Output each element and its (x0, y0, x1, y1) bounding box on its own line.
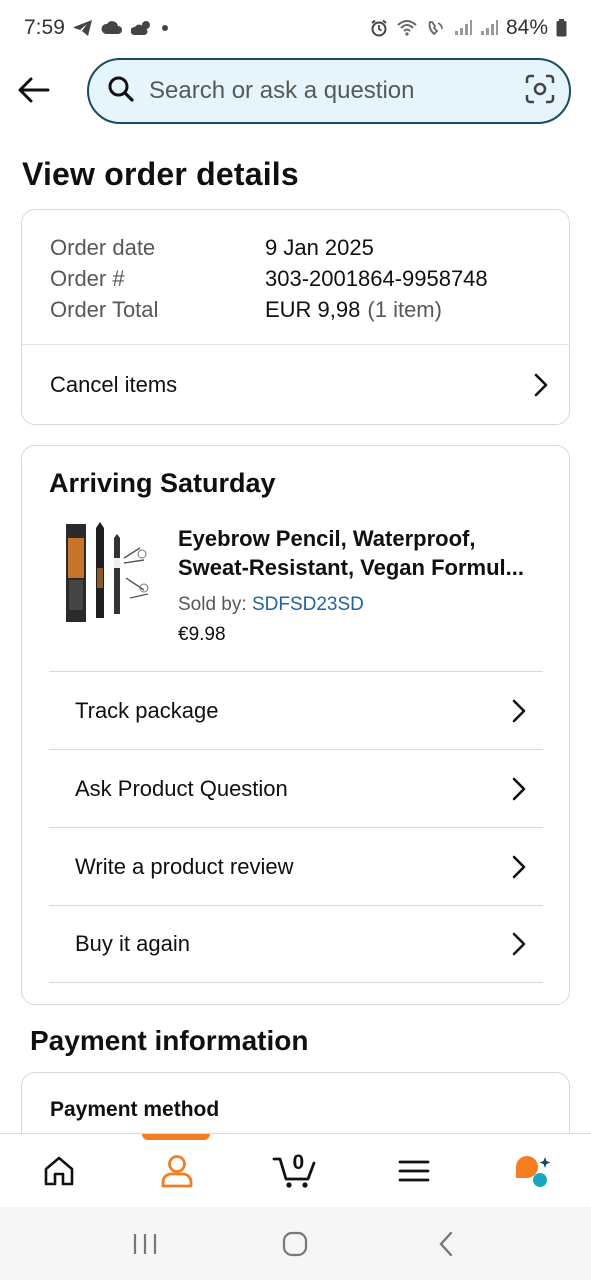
product-item[interactable]: Eyebrow Pencil, Waterproof, Sweat-Resist… (60, 518, 560, 645)
shipment-card: Arriving Saturday Eyebrow Pencil, Waterp… (21, 445, 570, 1005)
menu-icon (398, 1160, 430, 1181)
seller-link[interactable]: SDFSD23SD (252, 594, 364, 615)
product-image[interactable] (60, 518, 160, 626)
bottom-tab-bar: 0 (0, 1133, 591, 1207)
ask-product-question-row[interactable]: Ask Product Question (49, 749, 543, 827)
tab-menu[interactable] (374, 1141, 454, 1201)
order-total-value: EUR 9,98 (265, 296, 361, 322)
notification-dot-icon (161, 24, 169, 32)
recent-apps-button[interactable] (115, 1219, 175, 1269)
status-time: 7:59 (24, 16, 65, 39)
wifi-call-icon (396, 19, 418, 37)
chevron-right-icon (512, 932, 526, 956)
write-review-row[interactable]: Write a product review (49, 827, 543, 905)
product-title-line1: Eyebrow Pencil, Waterproof, (178, 526, 476, 551)
cart-count: 0 (292, 1150, 305, 1174)
chevron-right-icon (512, 855, 526, 878)
buy-again-row[interactable]: Buy it again (49, 905, 543, 983)
search-bar[interactable] (87, 58, 571, 124)
order-total-label: Order Total (50, 296, 159, 322)
order-summary-card: Order date 9 Jan 2025 Order # 303-200186… (21, 209, 570, 425)
product-title-line2: Sweat-Resistant, Vegan Formul... (178, 555, 524, 580)
ai-assistant-icon (515, 1155, 551, 1187)
home-nav-button[interactable] (265, 1219, 325, 1269)
order-number-row: Order # 303-2001864-9958748 (50, 263, 569, 294)
active-tab-indicator (142, 1134, 210, 1140)
chevron-right-icon (512, 777, 526, 800)
tab-home[interactable] (19, 1141, 99, 1201)
signal-icon-2 (480, 20, 498, 36)
chevron-right-icon (534, 373, 548, 396)
home-icon (44, 1156, 74, 1185)
payment-section-title: Payment information (30, 1025, 309, 1056)
shipment-status-title: Arriving Saturday (49, 468, 276, 498)
order-date-value: 9 Jan 2025 (265, 234, 374, 260)
camera-scan-icon[interactable] (525, 74, 555, 109)
order-number-value: 303-2001864-9958748 (265, 265, 488, 291)
weather-icon (130, 20, 153, 36)
order-total-row: Order Total EUR 9,98 (1 item) (50, 294, 569, 325)
ask-product-question-label: Ask Product Question (75, 775, 288, 801)
tab-account[interactable] (137, 1141, 217, 1201)
alarm-icon (370, 19, 388, 37)
write-review-label: Write a product review (75, 853, 294, 879)
track-package-label: Track package (75, 697, 219, 723)
back-arrow-icon (18, 77, 50, 103)
search-icon (107, 75, 135, 108)
search-header (0, 56, 591, 128)
page-title: View order details (22, 156, 299, 192)
battery-percent: 84% (505, 16, 548, 39)
product-price: €9.98 (178, 624, 226, 645)
volte-icon (426, 19, 446, 37)
back-nav-button[interactable] (416, 1219, 476, 1269)
status-left: 7:59 (24, 16, 169, 40)
telegram-icon (73, 19, 93, 37)
shipment-actions: Track package Ask Product Question Write… (49, 671, 543, 983)
back-nav-icon (439, 1231, 453, 1256)
cancel-items-label: Cancel items (50, 371, 178, 397)
recent-apps-icon (134, 1233, 157, 1254)
buy-again-label: Buy it again (75, 931, 190, 956)
track-package-row[interactable]: Track package (49, 671, 543, 749)
cancel-items-row[interactable]: Cancel items (22, 344, 569, 424)
order-date-row: Order date 9 Jan 2025 (50, 232, 569, 263)
chevron-right-icon (512, 699, 526, 722)
order-number-label: Order # (50, 265, 125, 291)
account-icon (161, 1154, 193, 1187)
back-button[interactable] (14, 70, 54, 110)
cloud-icon (101, 21, 123, 35)
system-nav-bar (0, 1207, 591, 1280)
status-bar: 7:59 84% (0, 0, 591, 56)
search-input[interactable] (149, 77, 525, 105)
order-summary-rows: Order date 9 Jan 2025 Order # 303-200186… (22, 210, 569, 325)
product-title[interactable]: Eyebrow Pencil, Waterproof, Sweat-Resist… (178, 524, 550, 582)
home-circle-icon (283, 1231, 308, 1256)
payment-method-label: Payment method (50, 1098, 220, 1121)
sold-by: Sold by: SDFSD23SD (178, 594, 364, 616)
signal-icon-1 (454, 20, 472, 36)
tab-cart[interactable]: 0 (255, 1141, 335, 1201)
battery-icon (556, 19, 567, 37)
status-right: 84% (370, 16, 567, 40)
tab-rufus[interactable] (492, 1141, 572, 1201)
order-item-count: (1 item) (367, 296, 442, 322)
sold-by-label: Sold by: (178, 594, 247, 615)
order-date-label: Order date (50, 234, 156, 260)
